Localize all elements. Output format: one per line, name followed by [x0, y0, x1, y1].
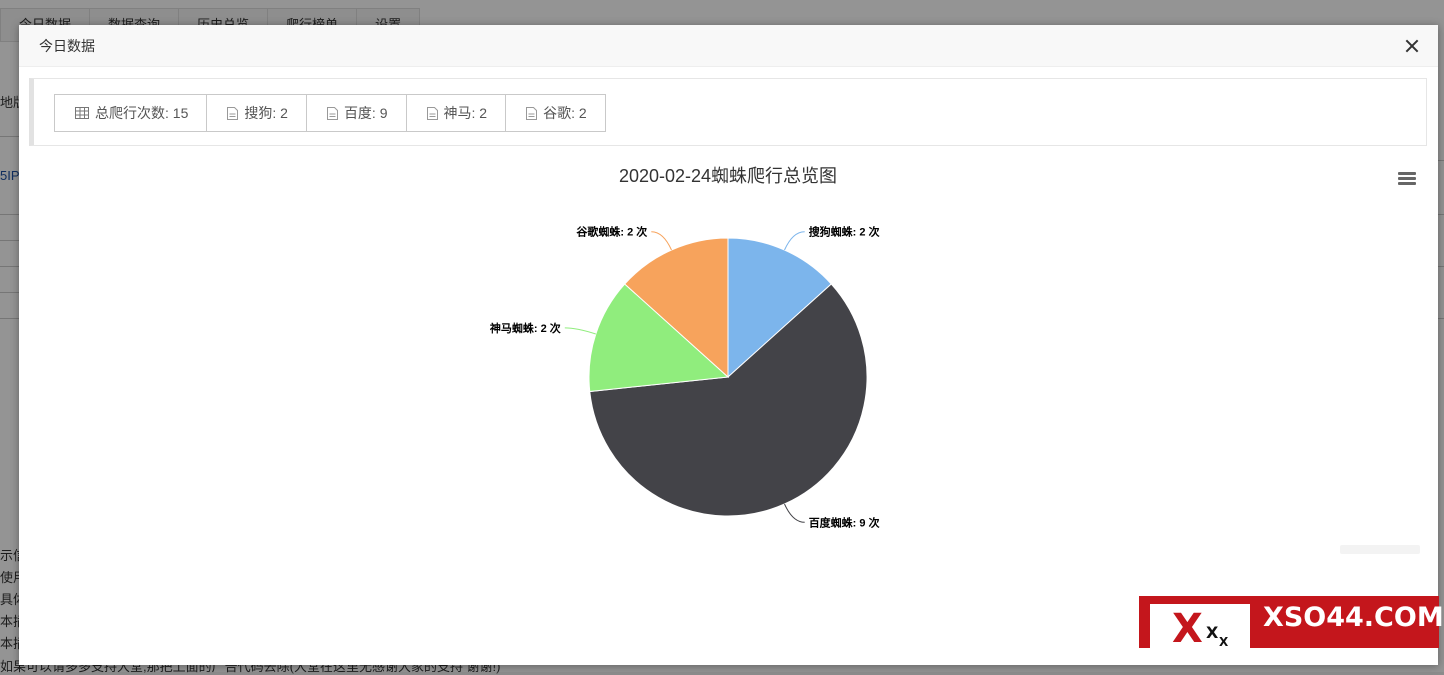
- chart-credits: [1340, 545, 1420, 554]
- pie-slices: [588, 237, 868, 517]
- label-connector: [784, 503, 805, 523]
- pie-data-label: 搜狗蜘蛛: 2 次: [809, 225, 880, 239]
- stat-label: 搜狗: 2: [244, 105, 288, 121]
- table-icon: [75, 107, 89, 119]
- svg-text:X: X: [1172, 606, 1203, 648]
- stat-shenma[interactable]: 神马: 2: [405, 94, 507, 132]
- chart-title: 2020-02-24蜘蛛爬行总览图: [619, 166, 837, 186]
- pie-data-label: 百度蜘蛛: 9 次: [809, 515, 880, 529]
- stat-total-crawls[interactable]: 总爬行次数: 15: [54, 94, 208, 132]
- file-icon: [526, 106, 538, 120]
- pie-chart-container: 2020-02-24蜘蛛爬行总览图 搜狗蜘蛛: 2 次百度蜘蛛: 9 次 神马蜘蛛…: [19, 153, 1438, 593]
- svg-text:X: X: [1219, 635, 1229, 648]
- stats-panel: 总爬行次数: 15 搜狗: 2 百度: 9 神马: 2 谷歌: 2: [29, 78, 1427, 146]
- today-data-modal: 今日数据 总爬行次数: 15 搜狗: 2 百度: 9 神马: 2 谷歌: 2 2…: [19, 25, 1438, 665]
- hamburger-menu-icon[interactable]: [1398, 172, 1416, 186]
- pie-data-label: 神马蜘蛛: 2 次: [490, 321, 561, 335]
- stat-label: 总爬行次数: 15: [95, 105, 189, 121]
- watermark-logo: X X X XSO44.COM: [1139, 596, 1444, 652]
- stat-label: 神马: 2: [443, 105, 488, 121]
- watermark-emblem: X X X: [1150, 604, 1250, 652]
- modal-title: 今日数据: [39, 37, 95, 54]
- file-icon: [426, 106, 438, 120]
- stats-button-group: 总爬行次数: 15 搜狗: 2 百度: 9 神马: 2 谷歌: 2: [54, 94, 606, 132]
- svg-text:X: X: [1206, 623, 1219, 642]
- stat-label: 谷歌: 2: [543, 105, 587, 121]
- file-icon: [326, 106, 338, 120]
- label-connector: [564, 327, 596, 335]
- file-icon: [227, 106, 239, 120]
- stat-label: 百度: 9: [343, 105, 388, 121]
- label-connector: [651, 231, 672, 251]
- watermark-text: XSO44.COM: [1263, 602, 1444, 633]
- label-connector: [784, 231, 805, 251]
- stat-google[interactable]: 谷歌: 2: [505, 94, 606, 132]
- modal-header: 今日数据: [19, 25, 1438, 67]
- pie-data-label: 谷歌蜘蛛: 2 次: [576, 225, 647, 239]
- stat-sogou[interactable]: 搜狗: 2: [206, 94, 307, 132]
- stat-baidu[interactable]: 百度: 9: [305, 94, 407, 132]
- pie-chart: 2020-02-24蜘蛛爬行总览图 搜狗蜘蛛: 2 次百度蜘蛛: 9 次 神马蜘蛛…: [490, 166, 880, 529]
- close-icon[interactable]: [1404, 38, 1420, 54]
